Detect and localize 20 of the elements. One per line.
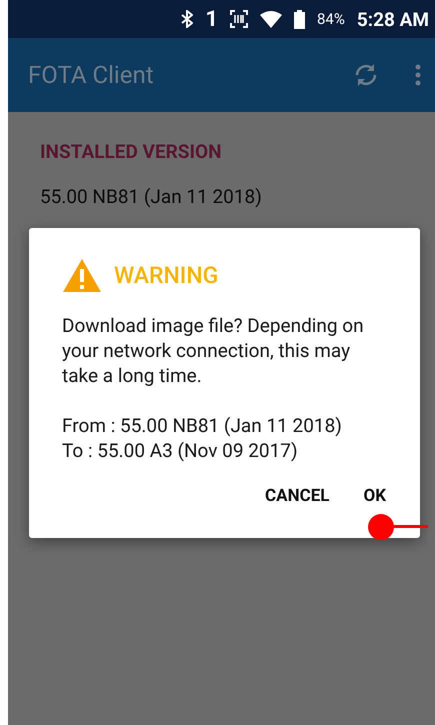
wifi-icon [260, 10, 282, 28]
dialog-button[interactable]: CANCEL [255, 483, 340, 509]
warning-icon [62, 258, 102, 293]
dialog-title: WARNING [114, 262, 218, 289]
scanner-icon [230, 10, 248, 28]
app-title: FOTA Client [28, 61, 155, 89]
from-version: From : 55.00 NB81 (Jan 11 2018) [62, 413, 343, 438]
more-options-icon[interactable] [415, 64, 421, 86]
clock: 5:28 AM [356, 8, 429, 30]
section-title: INSTALLED VERSION [40, 140, 223, 163]
to-version: To : 55.00 A3 (Nov 09 2017) [62, 438, 299, 463]
dialog-button[interactable]: OK [353, 483, 396, 509]
sim-number: 1 [205, 6, 218, 32]
battery-percent: 84% [316, 10, 345, 28]
refresh-icon[interactable] [353, 62, 379, 88]
installed-version: 55.00 NB81 (Jan 11 2018) [40, 185, 263, 208]
battery-icon [294, 10, 305, 28]
tap-marker-drawing [366, 512, 428, 542]
bluetooth-icon [181, 10, 194, 28]
dialog-message: Download image file? Depending on your network connection, this may take a long time. [62, 313, 365, 388]
